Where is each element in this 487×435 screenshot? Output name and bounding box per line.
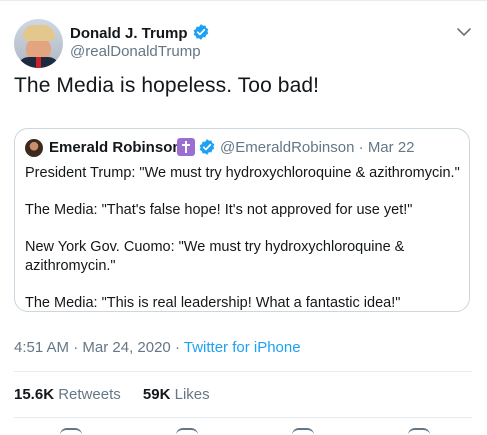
likes-stat[interactable]: 59K Likes	[143, 386, 210, 403]
quoted-paragraph: The Media: "This is real leadership! Wha…	[25, 295, 401, 311]
tweet-text: The Media is hopeless. Too bad!	[14, 74, 320, 97]
action-bar	[0, 428, 487, 433]
quoted-meta: @EmeraldRobinson · Mar 22	[220, 139, 415, 156]
reply-icon[interactable]	[60, 428, 82, 435]
quoted-tweet-card[interactable]: Emerald Robinson @EmeraldRobinson · Mar …	[14, 128, 470, 312]
latin-cross-icon	[177, 138, 195, 156]
quoted-author-avatar	[25, 139, 43, 157]
quoted-paragraph: New York Gov. Cuomo: "We must try hydrox…	[25, 239, 405, 274]
top-divider	[0, 0, 487, 1]
tweet-stats: 15.6K Retweets 59K Likes	[14, 386, 228, 403]
retweets-stat[interactable]: 15.6K Retweets	[14, 386, 125, 403]
retweets-label: Retweets	[58, 386, 121, 403]
likes-count: 59K	[142, 386, 171, 403]
avatar-tie	[36, 57, 41, 68]
quoted-separator: ·	[358, 139, 364, 156]
quoted-paragraph: The Media: "That's false hope! It's not …	[25, 202, 413, 218]
author-name[interactable]: Donald J. Trump	[70, 23, 210, 42]
tweet-date[interactable]: Mar 24, 2020	[82, 339, 170, 356]
stats-top-divider	[14, 371, 472, 372]
quoted-tweet-body: President Trump: "We must try hydroxychl…	[25, 164, 465, 331]
stats-bottom-divider	[14, 417, 472, 418]
quoted-author-name: Emerald Robinson	[49, 139, 182, 156]
retweets-count: 15.6K	[14, 386, 55, 403]
quoted-handle: @EmeraldRobinson	[220, 139, 355, 156]
avatar-hair	[23, 25, 55, 41]
tweet-meta: 4:51 AM · Mar 24, 2020 · Twitter for iPh…	[14, 339, 301, 356]
meta-separator: ·	[174, 339, 180, 356]
retweet-icon[interactable]	[176, 428, 198, 435]
quoted-paragraph: President Trump: "We must try hydroxychl…	[25, 165, 460, 181]
verified-badge-icon	[193, 24, 208, 40]
author-avatar[interactable]	[14, 19, 63, 68]
tweet-source-link[interactable]: Twitter for iPhone	[184, 339, 301, 356]
author-handle[interactable]: @realDonaldTrump	[70, 43, 201, 60]
likes-label: Likes	[174, 386, 210, 403]
share-icon[interactable]	[408, 428, 430, 435]
quoted-date: Mar 22	[367, 139, 415, 156]
meta-separator: ·	[73, 339, 79, 356]
like-icon[interactable]	[292, 428, 314, 435]
tweet-time[interactable]: 4:51 AM	[14, 339, 69, 356]
verified-badge-icon	[199, 139, 215, 155]
author-name-text[interactable]: Donald J. Trump	[70, 25, 188, 42]
chevron-down-icon[interactable]	[454, 22, 474, 42]
